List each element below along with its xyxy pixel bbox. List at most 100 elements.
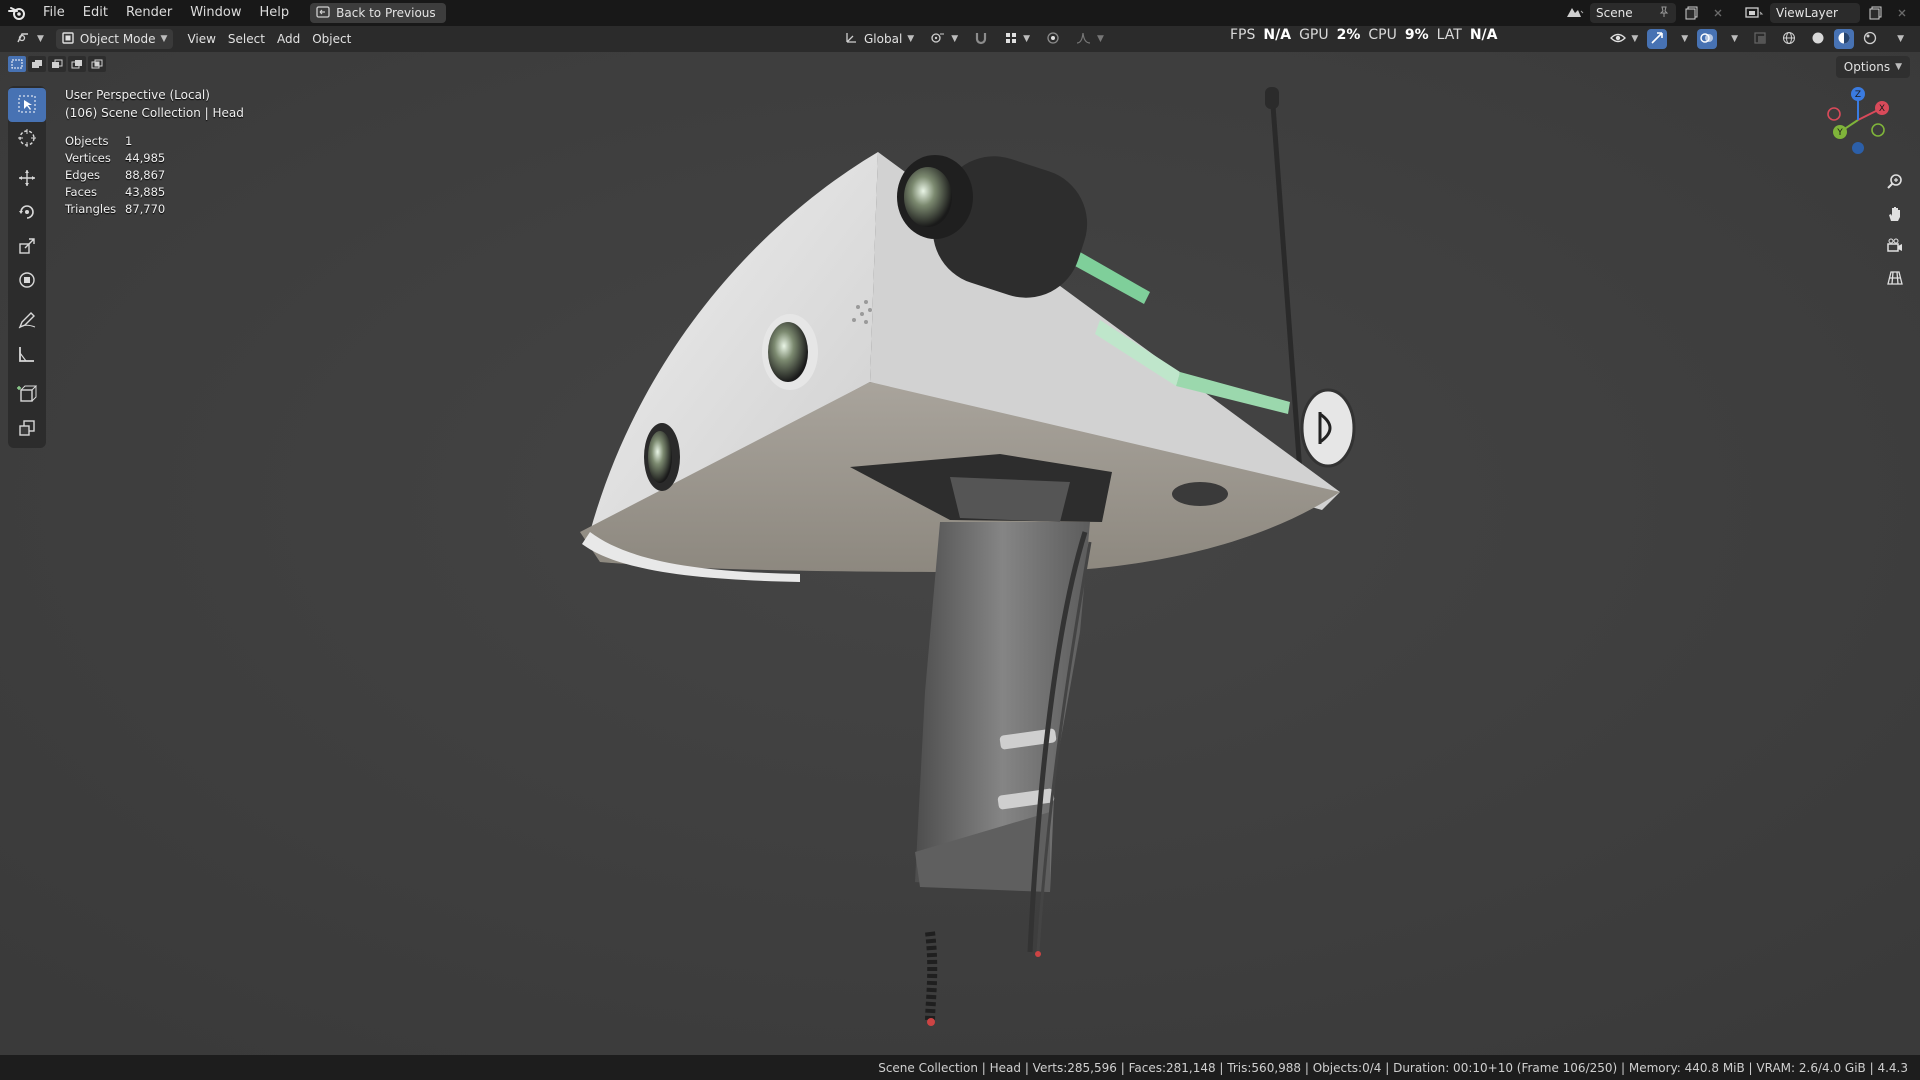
gizmo-options[interactable]: ▼ xyxy=(1670,29,1694,49)
robot-head-model[interactable] xyxy=(0,52,1920,1055)
shading-rendered[interactable] xyxy=(1857,29,1883,49)
blender-logo-icon[interactable] xyxy=(0,0,34,26)
menu-add[interactable]: Add xyxy=(271,29,306,49)
shading-wireframe[interactable] xyxy=(1776,29,1802,49)
workspace-controls: Scene ViewLayer xyxy=(1564,0,1920,26)
scale-icon xyxy=(17,236,37,259)
lat-label: LAT xyxy=(1436,27,1462,43)
back-to-previous-button[interactable]: Back to Previous xyxy=(310,3,446,23)
3d-viewport[interactable]: User Perspective (Local) (106) Scene Col… xyxy=(0,52,1920,1055)
zoom-button[interactable] xyxy=(1882,170,1908,196)
menu-help[interactable]: Help xyxy=(251,0,299,26)
navigation-gizmo[interactable]: X Y Z xyxy=(1820,82,1900,162)
add-cube-tool[interactable] xyxy=(8,378,46,412)
select-invert-button[interactable] xyxy=(68,56,86,72)
cpu-label: CPU xyxy=(1368,27,1397,43)
select-box-tool[interactable] xyxy=(8,88,46,122)
new-scene-icon[interactable] xyxy=(1682,3,1702,23)
pin-icon[interactable] xyxy=(1658,6,1670,21)
menu-edit[interactable]: Edit xyxy=(74,0,117,26)
scale-tool[interactable] xyxy=(8,230,46,264)
menu-view[interactable]: View xyxy=(181,29,221,49)
gizmo-toggle[interactable] xyxy=(1647,29,1668,49)
transform-orientation-selector[interactable]: Global ▼ xyxy=(838,29,920,49)
magnet-icon xyxy=(974,31,988,48)
select-intersect-button[interactable] xyxy=(88,56,106,72)
select-extend-button[interactable] xyxy=(28,56,46,72)
overlays-toggle[interactable] xyxy=(1697,29,1718,49)
editor-type-button[interactable]: ▼ xyxy=(10,29,50,49)
new-view-layer-icon[interactable] xyxy=(1866,3,1886,23)
stat-key: Triangles xyxy=(65,201,117,216)
chevron-down-icon: ▼ xyxy=(160,34,168,44)
pivot-point-selector[interactable]: ▼ xyxy=(924,29,964,49)
add-cube-icon xyxy=(17,384,38,407)
chevron-down-icon: ▼ xyxy=(1681,34,1689,44)
scene-name: Scene xyxy=(1596,6,1633,20)
transform-icon xyxy=(17,270,37,293)
measure-tool[interactable] xyxy=(8,338,46,372)
menu-file[interactable]: File xyxy=(34,0,74,26)
falloff-curve-icon xyxy=(1076,31,1092,48)
gizmo-neg-x[interactable] xyxy=(1827,107,1841,121)
delete-view-layer-icon[interactable] xyxy=(1892,3,1912,23)
shading-material-preview[interactable] xyxy=(1834,29,1855,49)
menu-render[interactable]: Render xyxy=(117,0,181,26)
proportional-editing-toggle[interactable] xyxy=(1040,29,1066,49)
perspective-label: User Perspective (Local) xyxy=(65,88,210,102)
proportional-falloff-selector[interactable]: ▼ xyxy=(1070,29,1110,49)
transform-tool[interactable] xyxy=(8,264,46,298)
lat-value: N/A xyxy=(1469,27,1498,43)
chevron-down-icon: ▼ xyxy=(37,34,44,44)
stat-row-edges: Edges 88,867 xyxy=(65,166,165,183)
stat-row-vertices: Vertices 44,985 xyxy=(65,149,165,166)
menu-window[interactable]: Window xyxy=(181,0,250,26)
xray-toggle[interactable] xyxy=(1747,29,1773,49)
menu-object[interactable]: Object xyxy=(306,29,357,49)
stat-value: 88,867 xyxy=(125,167,166,182)
fps-label: FPS xyxy=(1230,27,1256,43)
scene-selector-icon[interactable] xyxy=(1564,3,1584,23)
chevron-down-icon: ▼ xyxy=(1097,34,1104,44)
pan-button[interactable] xyxy=(1882,202,1908,228)
annotate-tool[interactable] xyxy=(8,304,46,338)
options-dropdown[interactable]: Options ▼ xyxy=(1835,56,1910,78)
snap-target-selector[interactable]: ▼ xyxy=(998,29,1036,49)
chevron-down-icon: ▼ xyxy=(1731,34,1739,44)
view-layer-selector-icon[interactable] xyxy=(1744,3,1764,23)
view-layer-name-field[interactable]: ViewLayer xyxy=(1770,3,1860,23)
chevron-down-icon: ▼ xyxy=(951,34,959,44)
rendered-sphere-icon xyxy=(1863,31,1877,48)
overlays-icon xyxy=(1700,31,1714,48)
gizmo-neg-z[interactable] xyxy=(1852,142,1864,154)
camera-icon xyxy=(1886,237,1904,258)
cpu-value: 9% xyxy=(1404,27,1429,43)
stat-value: 1 xyxy=(125,133,133,148)
overlays-options[interactable]: ▼ xyxy=(1720,29,1744,49)
select-subtract-button[interactable] xyxy=(48,56,66,72)
orthographic-toggle-button[interactable] xyxy=(1882,266,1908,292)
stat-row-objects: Objects 1 xyxy=(65,132,165,149)
move-tool[interactable] xyxy=(8,162,46,196)
snap-toggle[interactable] xyxy=(968,29,994,49)
delete-scene-icon[interactable] xyxy=(1708,3,1728,23)
mode-selector[interactable]: Object Mode ▼ xyxy=(55,29,174,49)
menu-select[interactable]: Select xyxy=(222,29,271,49)
visibility-selector[interactable]: ▼ xyxy=(1604,29,1644,49)
rotate-tool[interactable] xyxy=(8,196,46,230)
shading-solid[interactable] xyxy=(1805,29,1831,49)
duplicate-tool[interactable] xyxy=(8,412,46,446)
select-new-button[interactable] xyxy=(8,56,26,72)
duplicate-cube-icon xyxy=(17,418,37,441)
object-mode-icon xyxy=(62,31,74,47)
camera-view-button[interactable] xyxy=(1882,234,1908,260)
shading-options[interactable]: ▼ xyxy=(1886,29,1910,49)
stat-value: 87,770 xyxy=(125,201,166,216)
3d-cursor-icon xyxy=(17,128,37,151)
scene-statistics: Objects 1 Vertices 44,985 Edges 88,867 F… xyxy=(65,132,165,217)
scene-name-field[interactable]: Scene xyxy=(1590,3,1676,23)
cursor-tool[interactable] xyxy=(8,122,46,156)
gizmo-neg-y[interactable] xyxy=(1871,123,1885,137)
proportional-editing-icon xyxy=(1046,31,1060,48)
gpu-label: GPU xyxy=(1299,27,1329,43)
